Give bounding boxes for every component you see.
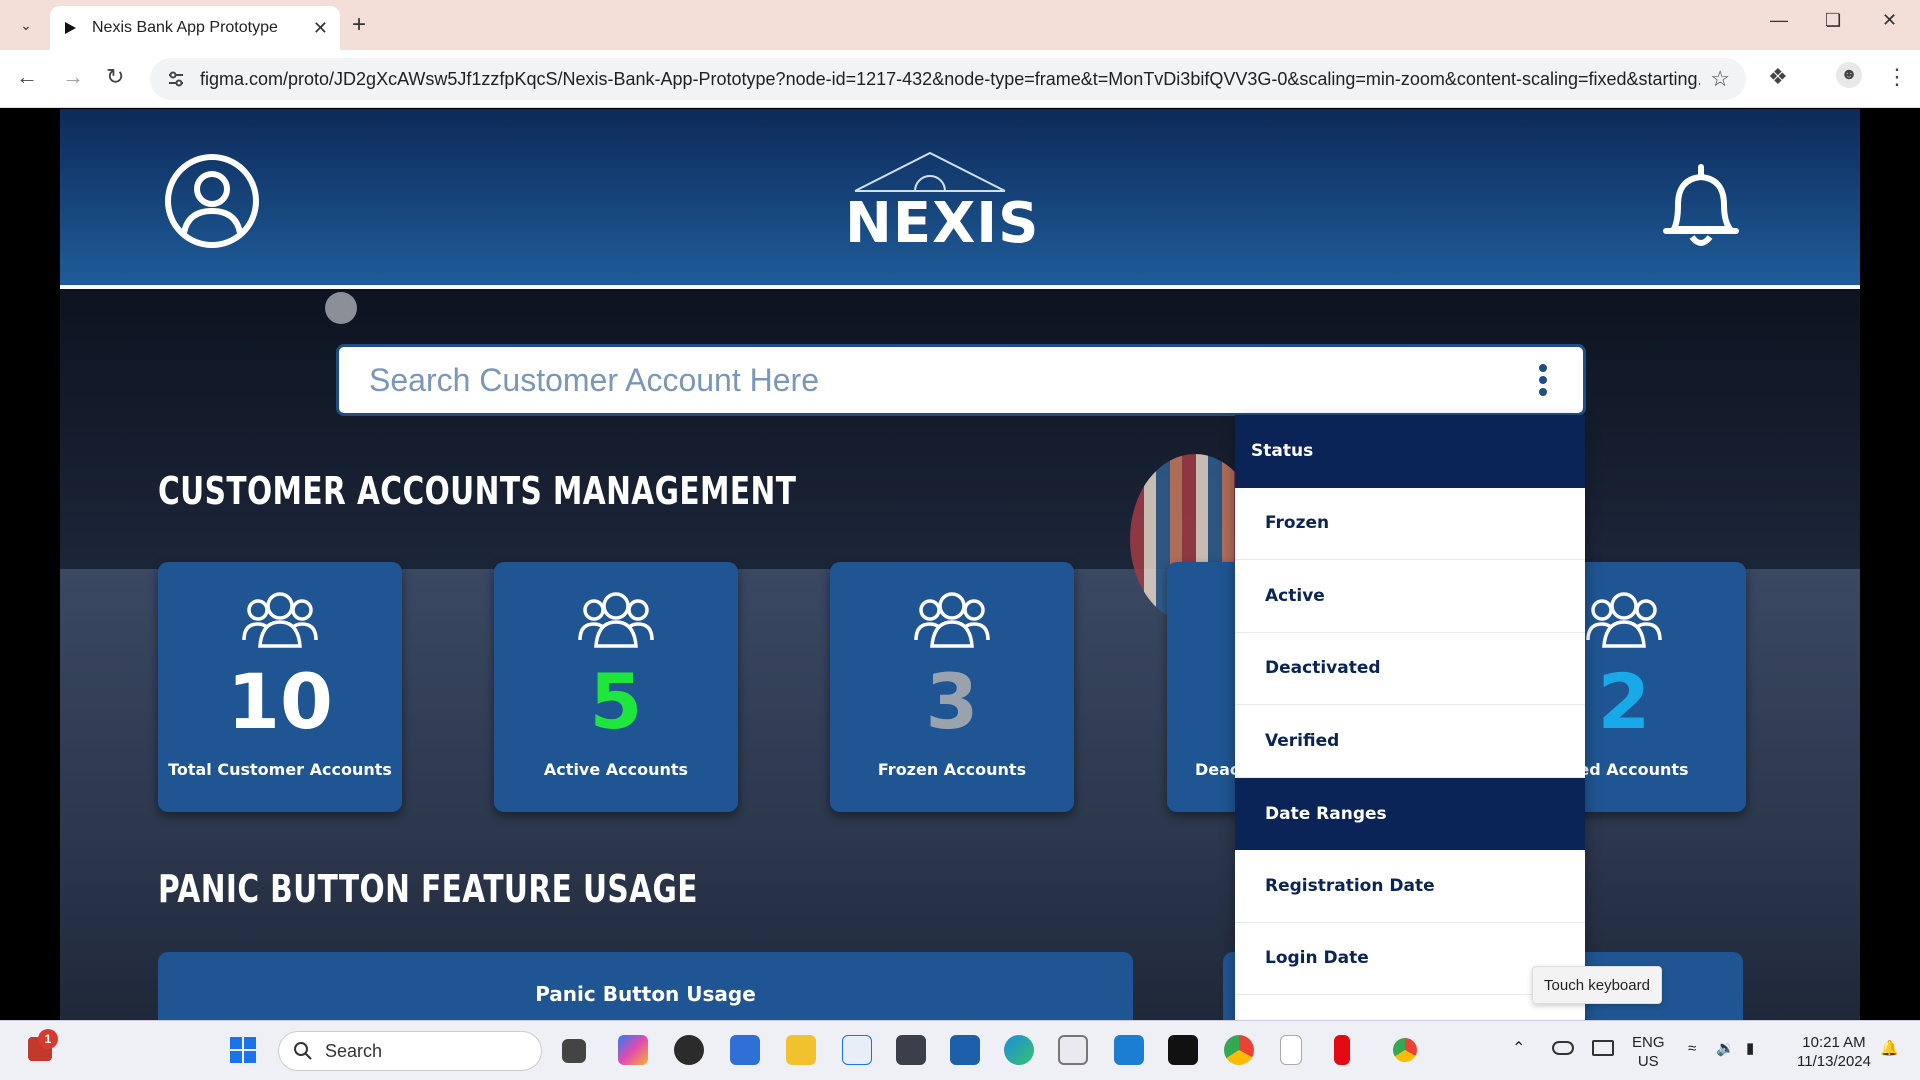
frozen-accounts-label: Frozen Accounts (877, 760, 1027, 779)
media-player-icon[interactable] (674, 1035, 704, 1065)
touch-keyboard-tooltip: Touch keyboard (1532, 966, 1662, 1004)
extensions-icon[interactable]: ❖ (1768, 64, 1788, 90)
language-code: ENG (1632, 1034, 1665, 1051)
bookmark-star-icon[interactable]: ☆ (1710, 66, 1730, 92)
task-view-icon[interactable] (562, 1039, 586, 1063)
moon-decoration (325, 292, 357, 324)
battery-icon[interactable]: ▮ (1746, 1039, 1754, 1058)
clock-time: 10:21 AM (1802, 1034, 1866, 1051)
frozen-accounts-value: 3 (925, 657, 979, 746)
date-ranges-header[interactable]: Date Ranges (1235, 777, 1585, 850)
notification-badge: 1 (38, 1029, 58, 1049)
night-sky-background (60, 289, 1860, 569)
browser-tab[interactable]: Nexis Bank App Prototype ✕ (50, 6, 340, 50)
nexis-app-frame: NEXIS CUSTOMER ACCOUNTS MANAGEMENT 10 To… (60, 109, 1860, 1020)
volume-icon[interactable]: 🔉 (1716, 1039, 1735, 1058)
restore-button[interactable]: ❏ (1825, 10, 1841, 31)
panic-usage-panel: Panic Button Usage (158, 952, 1133, 1020)
windows-taskbar: 1 Search ⌃ ENG US ≈ 🔉 ▮ 10:21 AM 11/13/2… (0, 1020, 1920, 1080)
users-group-icon (914, 592, 990, 648)
powershell-icon[interactable] (950, 1035, 980, 1065)
active-accounts-card[interactable]: 5 Active Accounts (494, 562, 738, 812)
total-accounts-label: Total Customer Accounts (168, 760, 392, 779)
total-accounts-card[interactable]: 10 Total Customer Accounts (158, 562, 402, 812)
user-profile-icon[interactable] (164, 153, 260, 249)
nexis-logo: NEXIS (845, 143, 1040, 256)
users-group-icon (1586, 592, 1662, 648)
browser-menu-icon[interactable]: ⋮ (1886, 64, 1908, 90)
page-viewport: NEXIS CUSTOMER ACCOUNTS MANAGEMENT 10 To… (0, 109, 1920, 1020)
chrome-icon[interactable] (1224, 1035, 1254, 1065)
back-button[interactable]: ← (16, 64, 38, 90)
filter-option-verified[interactable]: Verified (1235, 705, 1585, 778)
play-icon (65, 22, 76, 34)
panic-section-title: PANIC BUTTON FEATURE USAGE (158, 867, 698, 911)
language-indicator[interactable]: ENG US (1632, 1033, 1665, 1071)
address-bar[interactable]: figma.com/proto/JD2gXcAWsw5Jf1zzfpKqcS/N… (150, 58, 1746, 100)
onedrive-icon[interactable] (1552, 1041, 1574, 1055)
notification-bell-icon-taskbar[interactable]: 🔔 (1880, 1039, 1899, 1058)
taskbar-search[interactable]: Search (278, 1031, 542, 1071)
browser-tab-bar: ⌄ Nexis Bank App Prototype ✕ + — ❏ ✕ (0, 0, 1920, 50)
profile-avatar[interactable]: ☻ (1836, 62, 1862, 88)
filter-option-frozen[interactable]: Frozen (1235, 488, 1585, 560)
active-accounts-value: 5 (589, 657, 643, 746)
notification-bell-icon[interactable] (1660, 161, 1742, 251)
reload-button[interactable]: ↻ (106, 64, 124, 90)
sql-tool-icon[interactable] (896, 1035, 926, 1065)
tab-search-dropdown[interactable]: ⌄ (10, 9, 42, 41)
windows-start-icon[interactable] (228, 1035, 258, 1065)
close-tab-icon[interactable]: ✕ (313, 18, 328, 39)
dev-tool-icon[interactable] (1058, 1035, 1088, 1065)
chrome-active-icon[interactable] (1390, 1035, 1420, 1065)
total-accounts-value: 10 (227, 657, 333, 746)
logo-roof-icon (854, 151, 1006, 192)
touch-keyboard-icon[interactable] (1592, 1040, 1614, 1056)
customer-search-bar (336, 344, 1586, 416)
url-text: figma.com/proto/JD2gXcAWsw5Jf1zzfpKqcS/N… (200, 68, 1701, 89)
intellij-icon[interactable] (1168, 1035, 1198, 1065)
file-explorer-icon[interactable] (786, 1035, 816, 1065)
logo-text: NEXIS (845, 191, 1040, 256)
netflix-icon[interactable] (1334, 1035, 1350, 1065)
search-icon (294, 1042, 312, 1060)
tab-title: Nexis Bank App Prototype (92, 19, 278, 36)
close-window-button[interactable]: ✕ (1882, 10, 1897, 31)
browser-toolbar: ← → ↻ figma.com/proto/JD2gXcAWsw5Jf1zzfp… (0, 50, 1920, 108)
active-accounts-label: Active Accounts (543, 760, 689, 779)
panic-usage-title: Panic Button Usage (535, 982, 756, 1006)
filter-option-active[interactable]: Active (1235, 560, 1585, 633)
frozen-accounts-card[interactable]: 3 Frozen Accounts (830, 562, 1074, 812)
filter-dropdown-menu: Status Frozen Active Deactivated Verifie… (1235, 415, 1585, 1020)
wifi-icon[interactable]: ≈ (1688, 1039, 1696, 1058)
site-settings-icon[interactable] (166, 69, 186, 89)
filter-option-registration-date[interactable]: Registration Date (1235, 850, 1585, 923)
notepad-icon[interactable] (730, 1035, 760, 1065)
edge-icon[interactable] (1004, 1035, 1034, 1065)
status-header: Status (1235, 415, 1585, 488)
accounts-section-title: CUSTOMER ACCOUNTS MANAGEMENT (158, 469, 797, 513)
clock-date: 11/13/2024 (1797, 1053, 1871, 1070)
filter-option-deactivated[interactable]: Deactivated (1235, 633, 1585, 705)
blank-file-icon[interactable] (1280, 1035, 1302, 1065)
clock[interactable]: 10:21 AM 11/13/2024 (1782, 1033, 1886, 1071)
minimize-button[interactable]: — (1770, 10, 1788, 31)
taskbar-search-label: Search (325, 1040, 383, 1061)
app-header: NEXIS (60, 109, 1860, 289)
show-hidden-icons[interactable]: ⌃ (1512, 1039, 1525, 1058)
users-group-icon (578, 592, 654, 648)
vscode-icon[interactable] (1114, 1035, 1144, 1065)
region-code: US (1637, 1053, 1659, 1070)
app-store-icon[interactable] (842, 1035, 872, 1065)
forward-button[interactable]: → (62, 64, 84, 90)
filter-menu-icon[interactable] (1533, 360, 1553, 400)
customer-search-input[interactable] (369, 361, 1533, 399)
users-group-icon (242, 592, 318, 648)
new-tab-button[interactable]: + (352, 10, 366, 40)
copilot-icon[interactable] (618, 1035, 648, 1065)
